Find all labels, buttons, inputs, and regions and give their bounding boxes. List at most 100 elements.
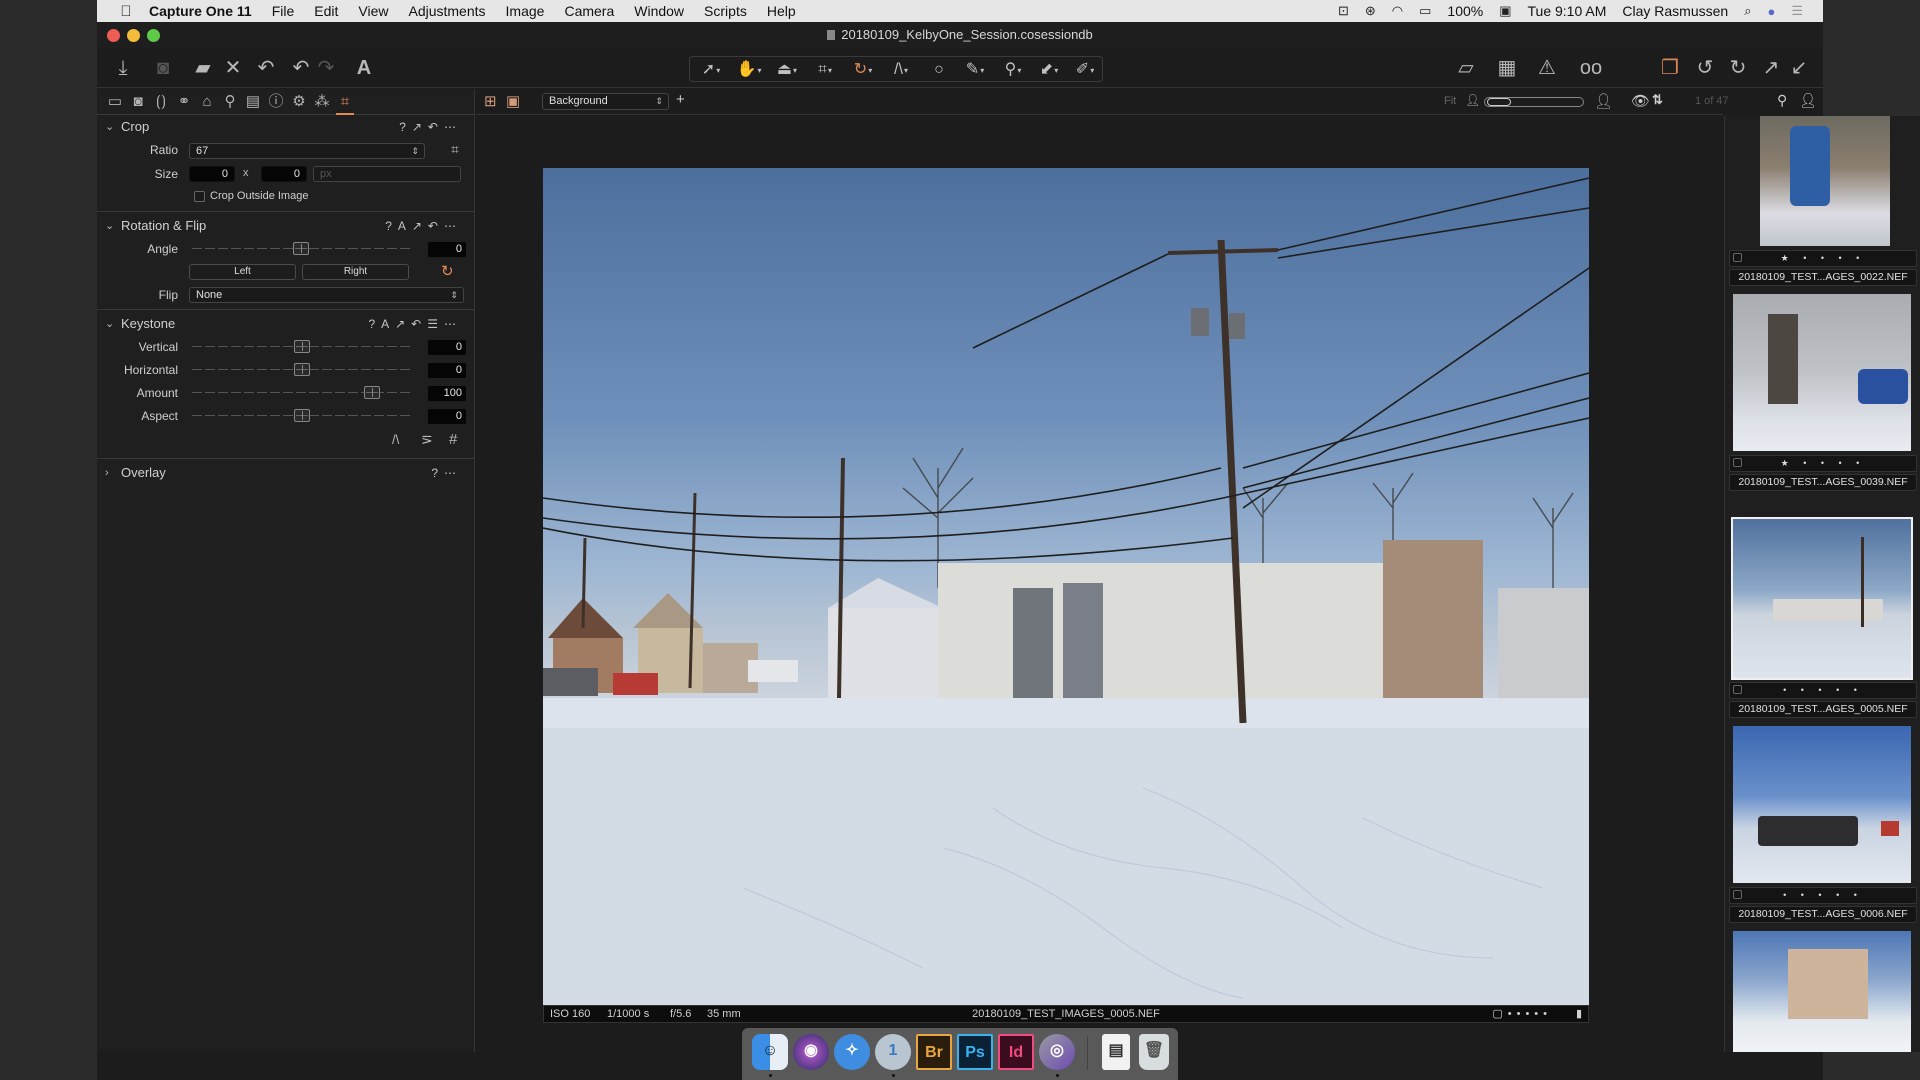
aspect-slider[interactable] [192,409,411,422]
aspect-slider-thumb[interactable] [294,409,310,422]
vertical-slider[interactable] [192,340,411,353]
thumbnail-rating[interactable]: ★ • • • • [1729,250,1917,267]
keystone-horizontal-icon[interactable]: ⋝ [421,431,433,448]
add-style-icon[interactable]: + [676,91,685,108]
keystone-full-icon[interactable]: # [449,431,457,448]
dock-trash-icon[interactable]: 🗑 [1139,1034,1169,1070]
dock-document-icon[interactable]: ▤ [1102,1034,1130,1070]
horizontal-slider-thumb[interactable] [294,363,310,376]
vertical-slider-thumb[interactable] [294,340,310,353]
color-picker-icon[interactable]: ⚲▾ [996,58,1030,82]
grid-view-icon[interactable]: ⊞ [484,92,497,110]
rotate-icon[interactable]: ↻▾ [846,58,880,82]
single-view-icon[interactable]: ▣ [506,92,520,110]
rotation-section-tools[interactable]: ?A↗↶⋯ [385,214,462,238]
undo-history-icon[interactable]: ↶ [252,54,280,82]
vertical-value[interactable]: 0 [428,340,466,355]
keystone-section-tools[interactable]: ?A↗↶☰⋯ [368,312,462,336]
adjustments-tab[interactable]: ⚙ [288,92,310,112]
filter-search-icon[interactable]: ⚲ [1777,92,1787,109]
thumbnail-0021[interactable] [1760,116,1890,246]
main-photo[interactable] [543,168,1589,1005]
circle-mask-icon[interactable]: ○ [922,58,956,82]
capture-tab[interactable]: ◙ [127,92,149,112]
keystone-icon[interactable]: /\▾ [884,58,918,82]
dock-safari-icon[interactable]: ✧ [834,1034,870,1070]
style-select[interactable]: Background ⇕ [542,93,669,110]
edit-overlay-icon[interactable]: ▱ [1452,54,1480,82]
rotate-right-button[interactable]: Right [302,264,409,280]
wifi-icon[interactable]: ◠ [1392,3,1403,19]
crop-section-tools[interactable]: ?↗↶⋯ [399,115,462,139]
horizontal-slider[interactable] [192,363,411,376]
fit-label[interactable]: Fit [1444,95,1456,107]
amount-slider[interactable] [192,386,411,399]
angle-slider[interactable] [192,242,411,255]
close-window-button[interactable] [107,29,120,42]
apple-menu-icon[interactable]:  [115,3,137,20]
amount-value[interactable]: 100 [428,386,466,401]
menu-edit[interactable]: Edit [314,3,338,19]
crop-icon[interactable]: ⌗▾ [808,58,842,82]
size-unit-select[interactable]: px [313,166,461,182]
thumbnail-select-checkbox[interactable] [1733,253,1742,262]
metadata-tab[interactable]: ⓘ [265,92,287,112]
styles-tab[interactable]: ⁂ [311,92,333,112]
proof-glasses-icon[interactable]: oo [1574,54,1608,82]
import-icon[interactable]: ⤓ [109,54,137,82]
rotation-tool-icon[interactable]: ↻ [441,262,454,280]
redo-icon[interactable]: ↷ [312,54,340,82]
creative-cloud-icon[interactable]: ⊛ [1365,3,1376,19]
minimize-window-button[interactable] [127,29,140,42]
overlay-section-tools[interactable]: ?⋯ [431,461,462,485]
airplay-icon[interactable]: ▭ [1419,3,1431,19]
copy-apply-icon[interactable]: ⬋▾ [1032,58,1066,82]
dock-photo-slideshow-icon[interactable]: ◎ [1039,1034,1075,1070]
multiple-variants-icon[interactable]: ❐ [1656,54,1684,82]
grid-icon[interactable]: ▦ [1493,54,1521,82]
undo-icon[interactable]: ↶ [287,54,315,82]
angle-value[interactable]: 0 [428,242,466,257]
thumbnail-rating[interactable]: • • • • • [1729,682,1917,699]
crop-tab[interactable]: ⌗ [334,92,356,115]
sort-icon[interactable]: ⇅ [1652,92,1663,108]
flip-select[interactable]: None ⇕ [189,287,464,303]
lens-tab[interactable]: ⟮⟯ [150,92,172,112]
apply-adjustments-icon[interactable]: ↙ [1785,54,1813,82]
aspect-value[interactable]: 0 [428,409,466,424]
crop-outside-checkbox[interactable] [194,191,205,202]
rating-dots[interactable]: ▢••••• [1492,1006,1552,1022]
horizontal-value[interactable]: 0 [428,363,466,378]
overlay-section-header[interactable]: › Overlay ?⋯ [97,461,474,485]
zoom-slider-thumb[interactable] [1487,98,1511,106]
zoom-in-person-icon[interactable]: 👤︎ [1594,92,1613,110]
pan-hand-icon[interactable]: ✋▾ [732,58,766,82]
color-tag-icon[interactable]: ▮ [1576,1006,1582,1022]
color-tab[interactable]: ⚭ [173,92,195,112]
thumbnail-select-checkbox[interactable] [1733,890,1742,899]
thumbnail-0006[interactable] [1733,726,1911,883]
rotation-section-header[interactable]: ⌄ Rotation & Flip ?A↗↶⋯ [97,214,474,238]
menu-adjustments[interactable]: Adjustments [408,3,485,19]
camera-icon[interactable]: ◙ [149,54,177,82]
annotation-pen-icon[interactable]: ✐▾ [1068,58,1102,82]
keystone-vertical-icon[interactable]: /\ [392,432,399,447]
menu-scripts[interactable]: Scripts [704,3,747,19]
exposure-warning-icon[interactable]: ⚠ [1533,54,1561,82]
menu-app-name[interactable]: Capture One 11 [149,3,252,19]
notification-center-icon[interactable]: ☰ [1791,3,1803,19]
dock-capture-one-icon[interactable]: 1 [875,1034,911,1070]
crop-section-header[interactable]: ⌄ Crop ?↗↶⋯ [97,115,474,139]
details-tab[interactable]: ⚲ [219,92,241,112]
clock[interactable]: Tue 9:10 AM [1528,3,1607,19]
rotate-left-icon[interactable]: ↺ [1691,54,1719,82]
crop-tool-icon[interactable]: ⌗ [451,141,459,158]
amount-slider-thumb[interactable] [364,386,380,399]
rotate-left-button[interactable]: Left [189,264,296,280]
siri-icon[interactable]: ● [1767,4,1775,19]
dock-photoshop-icon[interactable]: Ps [957,1034,993,1070]
thumbnail-select-checkbox[interactable] [1733,458,1742,467]
crop-height-input[interactable]: 0 [261,166,307,182]
delete-icon[interactable]: ✕ [219,54,247,82]
text-tool-icon[interactable]: A [350,54,378,82]
